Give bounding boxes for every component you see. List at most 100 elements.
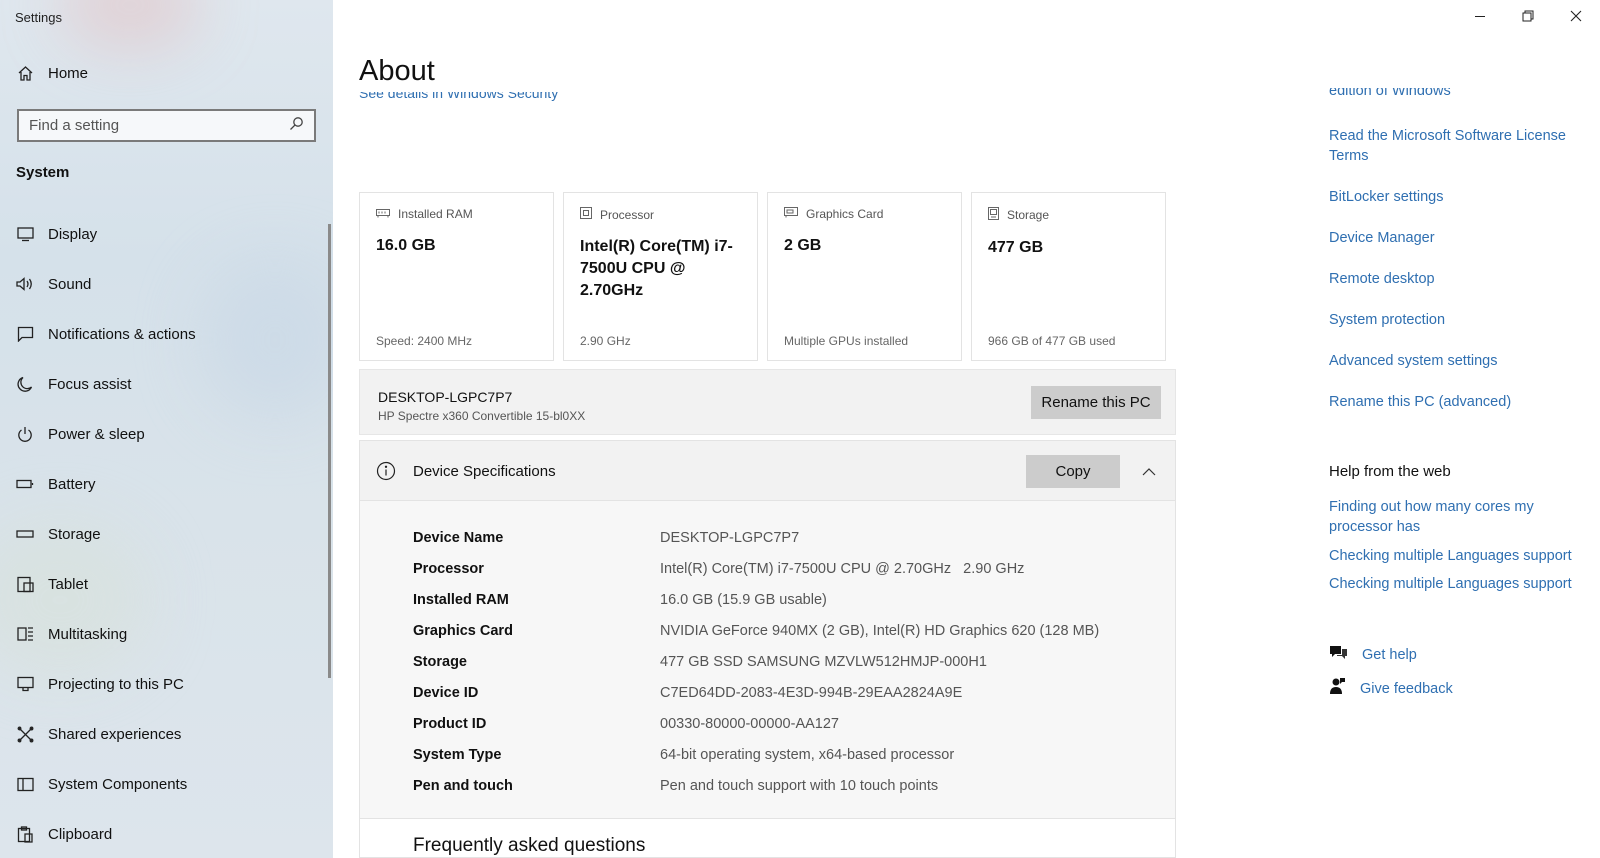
sidebar-item-power-sleep[interactable]: Power & sleep	[0, 409, 333, 459]
pc-model: HP Spectre x360 Convertible 15-bl0XX	[378, 409, 586, 423]
card-label: Processor	[600, 207, 655, 222]
search-box[interactable]	[17, 109, 316, 142]
rename-pc-advanced-link[interactable]: Rename this PC (advanced)	[1329, 392, 1584, 412]
spec-body: Device Name DESKTOP-LGPC7P7 Processor Inte…	[360, 501, 1175, 819]
spec-header[interactable]: Device Specifications Copy	[360, 441, 1175, 501]
spec-label: Pen and touch	[413, 777, 513, 794]
card-value: 2 GB	[784, 237, 822, 254]
spec-label: Storage	[413, 653, 467, 670]
minimize-icon	[1474, 9, 1486, 25]
sidebar-item-system-components[interactable]: System Components	[0, 759, 333, 809]
spec-label: Device Name	[413, 529, 504, 546]
spec-row: System Type 64-bit operating system, x64-…	[360, 739, 1175, 770]
spec-label: System Type	[413, 746, 502, 763]
get-help-link[interactable]: Get help	[1329, 644, 1417, 665]
sidebar-item-label: Storage	[48, 525, 101, 543]
copy-button[interactable]: Copy	[1026, 455, 1120, 488]
sidebar-item-label: Tablet	[48, 575, 89, 593]
ram-icon	[376, 207, 390, 221]
restore-button[interactable]	[1504, 0, 1552, 34]
faq-heading[interactable]: Frequently asked questions	[413, 835, 645, 857]
sidebar-item-focus-assist[interactable]: Focus assist	[0, 359, 333, 409]
give-feedback-link[interactable]: Give feedback	[1329, 677, 1453, 700]
card-value: Intel(R) Core(TM) i7-7500U CPU @ 2.70GHz	[580, 238, 733, 299]
card-sub: 2.90 GHz	[580, 334, 631, 348]
spec-value: Intel(R) Core(TM) i7-7500U CPU @ 2.70GHz…	[660, 560, 1025, 577]
sidebar-item-tablet[interactable]: Tablet	[0, 559, 333, 609]
edition-link[interactable]: edition of Windows	[1329, 88, 1584, 102]
sidebar-item-battery[interactable]: Battery	[0, 459, 333, 509]
projecting-icon	[16, 675, 34, 693]
card-label: Graphics Card	[806, 207, 884, 221]
home-icon	[16, 64, 34, 82]
search-input[interactable]	[29, 117, 269, 134]
license-terms-link[interactable]: Read the Microsoft Software License Term…	[1329, 126, 1584, 166]
spec-row: Product ID 00330-80000-00000-AA127	[360, 708, 1175, 739]
notifications-icon	[16, 325, 34, 343]
remote-desktop-link[interactable]: Remote desktop	[1329, 269, 1584, 289]
restore-icon	[1522, 9, 1534, 25]
spec-label: Processor	[413, 560, 484, 577]
sidebar-item-label: Battery	[48, 475, 96, 493]
sidebar-item-label: Shared experiences	[48, 725, 182, 743]
help-heading: Help from the web	[1329, 463, 1451, 480]
spec-value: 00330-80000-00000-AA127	[660, 715, 839, 732]
chevron-up-icon[interactable]	[1142, 463, 1156, 481]
sidebar-item-shared-experiences[interactable]: Shared experiences	[0, 709, 333, 759]
sidebar-item-label: Power & sleep	[48, 425, 145, 443]
clipboard-icon	[16, 825, 34, 843]
advanced-system-settings-link[interactable]: Advanced system settings	[1329, 351, 1584, 371]
sidebar-item-storage[interactable]: Storage	[0, 509, 333, 559]
get-help-label: Get help	[1362, 646, 1417, 663]
sidebar-item-notifications[interactable]: Notifications & actions	[0, 309, 333, 359]
sidebar-item-multitasking[interactable]: Multitasking	[0, 609, 333, 659]
card-installed-ram: Installed RAM 16.0 GB Speed: 2400 MHz	[359, 192, 554, 361]
moon-icon	[16, 375, 34, 393]
shared-icon	[16, 725, 34, 743]
sidebar: Settings Home System Display Sound Notif…	[0, 0, 333, 858]
home-nav[interactable]: Home	[16, 64, 88, 82]
processor-icon	[580, 207, 592, 222]
sidebar-item-label: Display	[48, 225, 98, 243]
sidebar-item-sound[interactable]: Sound	[0, 259, 333, 309]
sidebar-item-projecting[interactable]: Projecting to this PC	[0, 659, 333, 709]
system-protection-link[interactable]: System protection	[1329, 310, 1584, 330]
card-sub: Speed: 2400 MHz	[376, 334, 473, 348]
spec-title: Device Specifications	[413, 463, 556, 480]
sidebar-item-display[interactable]: Display	[0, 209, 333, 259]
help-link-cores[interactable]: Finding out how many cores my processor …	[1329, 497, 1584, 537]
sidebar-scrollbar[interactable]	[328, 224, 331, 678]
spec-label: Device ID	[413, 684, 479, 701]
spec-row: Pen and touch Pen and touch support with …	[360, 770, 1175, 801]
help-link-languages[interactable]: Checking multiple Languages support	[1329, 546, 1584, 566]
rename-pc-button[interactable]: Rename this PC	[1031, 386, 1161, 419]
spec-value: 477 GB SSD SAMSUNG MZVLW512HMJP-000H1	[660, 653, 987, 670]
give-feedback-label: Give feedback	[1360, 680, 1453, 697]
feedback-icon	[1329, 677, 1346, 700]
spec-row: Storage 477 GB SSD SAMSUNG MZVLW512HMJP-0…	[360, 646, 1175, 677]
summary-cards: Installed RAM 16.0 GB Speed: 2400 MHz Pr…	[359, 192, 1166, 361]
card-processor: Processor Intel(R) Core(TM) i7-7500U CPU…	[563, 192, 758, 361]
sidebar-item-label: Projecting to this PC	[48, 675, 184, 693]
sidebar-item-clipboard[interactable]: Clipboard	[0, 809, 333, 858]
pc-name: DESKTOP-LGPC7P7	[378, 389, 513, 405]
minimize-button[interactable]	[1456, 0, 1504, 34]
sidebar-item-label: Notifications & actions	[48, 325, 196, 343]
home-label: Home	[48, 64, 89, 82]
help-link-languages[interactable]: Checking multiple Languages support	[1329, 574, 1584, 594]
card-label: Installed RAM	[398, 207, 473, 221]
card-label: Storage	[1007, 208, 1050, 222]
bitlocker-link[interactable]: BitLocker settings	[1329, 187, 1584, 207]
close-icon	[1570, 9, 1582, 25]
spec-value: C7ED64DD-2083-4E3D-994B-29EAA2824A9E	[660, 684, 963, 701]
close-button[interactable]	[1552, 0, 1600, 34]
device-specifications-panel: Device Specifications Copy Device Name DE…	[359, 440, 1176, 858]
sidebar-item-label: Focus assist	[48, 375, 132, 393]
search-icon[interactable]	[289, 116, 304, 136]
windows-security-link[interactable]: See details in Windows Security	[359, 92, 558, 106]
sidebar-item-label: Multitasking	[48, 625, 128, 643]
card-value: 16.0 GB	[376, 237, 436, 254]
spec-label: Installed RAM	[413, 591, 509, 608]
device-manager-link[interactable]: Device Manager	[1329, 228, 1584, 248]
sidebar-item-label: System Components	[48, 775, 188, 793]
